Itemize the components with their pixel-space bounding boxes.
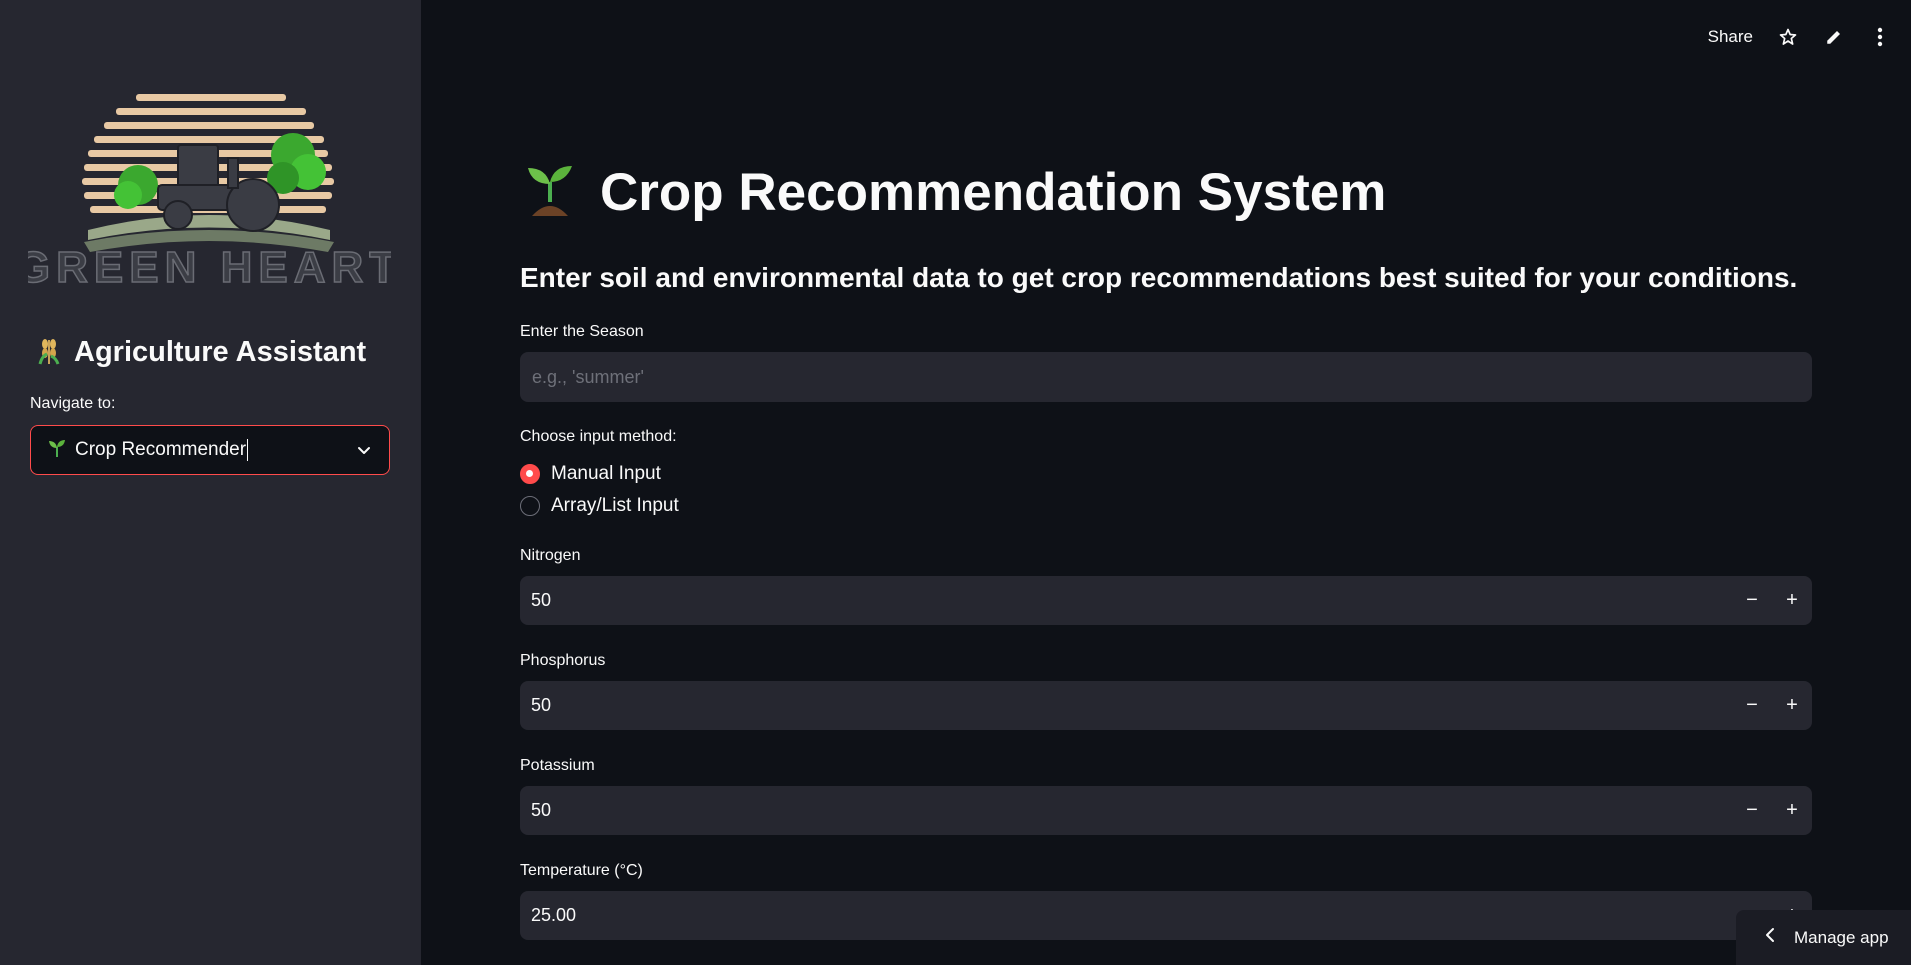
phosphorus-value[interactable]: 50 (520, 695, 1732, 716)
manage-app-label: Manage app (1794, 927, 1889, 947)
page-subtitle: Enter soil and environmental data to get… (520, 262, 1798, 293)
radio-label: Manual Input (551, 463, 661, 484)
radio-manual-input[interactable]: Manual Input (520, 463, 661, 485)
nitrogen-input[interactable]: 50 − + (520, 576, 1812, 625)
manage-app-button[interactable]: Manage app (1736, 910, 1911, 965)
kebab-menu-icon[interactable] (1869, 26, 1891, 48)
wheat-icon (36, 334, 62, 371)
pencil-icon[interactable] (1823, 26, 1845, 48)
sidebar: GREEN HEART Agriculture Assistant Naviga… (0, 0, 421, 965)
potassium-value[interactable]: 50 (520, 800, 1732, 821)
input-method-label: Choose input method: (520, 428, 677, 445)
page-title: Crop Recommendation System (520, 160, 1386, 225)
page-title-text: Crop Recommendation System (600, 163, 1387, 222)
season-label: Enter the Season (520, 323, 644, 340)
potassium-label: Potassium (520, 757, 595, 774)
temperature-label: Temperature (°C) (520, 862, 643, 879)
increment-button[interactable]: + (1772, 681, 1812, 730)
nitrogen-label: Nitrogen (520, 547, 581, 564)
phosphorus-input[interactable]: 50 − + (520, 681, 1812, 730)
navigate-select[interactable]: Crop Recommender (30, 425, 390, 475)
temperature-input[interactable]: 25.00 − + (520, 891, 1812, 940)
sidebar-title-text: Agriculture Assistant (74, 336, 367, 368)
chevron-left-icon (1764, 927, 1776, 948)
seedling-icon (520, 160, 580, 225)
season-input[interactable] (520, 352, 1812, 402)
green-heart-logo: GREEN HEART (15, 90, 397, 295)
seedling-icon (47, 438, 67, 463)
share-button[interactable]: Share (1708, 27, 1753, 47)
decrement-button[interactable]: − (1732, 786, 1772, 835)
navigate-select-value: Crop Recommender (75, 439, 249, 461)
radio-label: Array/List Input (551, 495, 679, 516)
svg-text:GREEN HEART: GREEN HEART (28, 243, 391, 292)
nitrogen-value[interactable]: 50 (520, 590, 1732, 611)
potassium-input[interactable]: 50 − + (520, 786, 1812, 835)
sidebar-title: Agriculture Assistant (36, 334, 366, 371)
navigate-label: Navigate to: (30, 395, 116, 412)
phosphorus-label: Phosphorus (520, 652, 606, 669)
decrement-button[interactable]: − (1732, 681, 1772, 730)
star-icon[interactable] (1777, 26, 1799, 48)
increment-button[interactable]: + (1772, 576, 1812, 625)
radio-array-list-input[interactable]: Array/List Input (520, 495, 679, 517)
temperature-value[interactable]: 25.00 (520, 905, 1732, 926)
radio-button[interactable] (520, 496, 540, 516)
chevron-down-icon[interactable] (355, 441, 373, 464)
decrement-button[interactable]: − (1732, 576, 1772, 625)
radio-button-checked[interactable] (520, 464, 540, 484)
increment-button[interactable]: + (1772, 786, 1812, 835)
header-toolbar: Share (1708, 26, 1891, 48)
